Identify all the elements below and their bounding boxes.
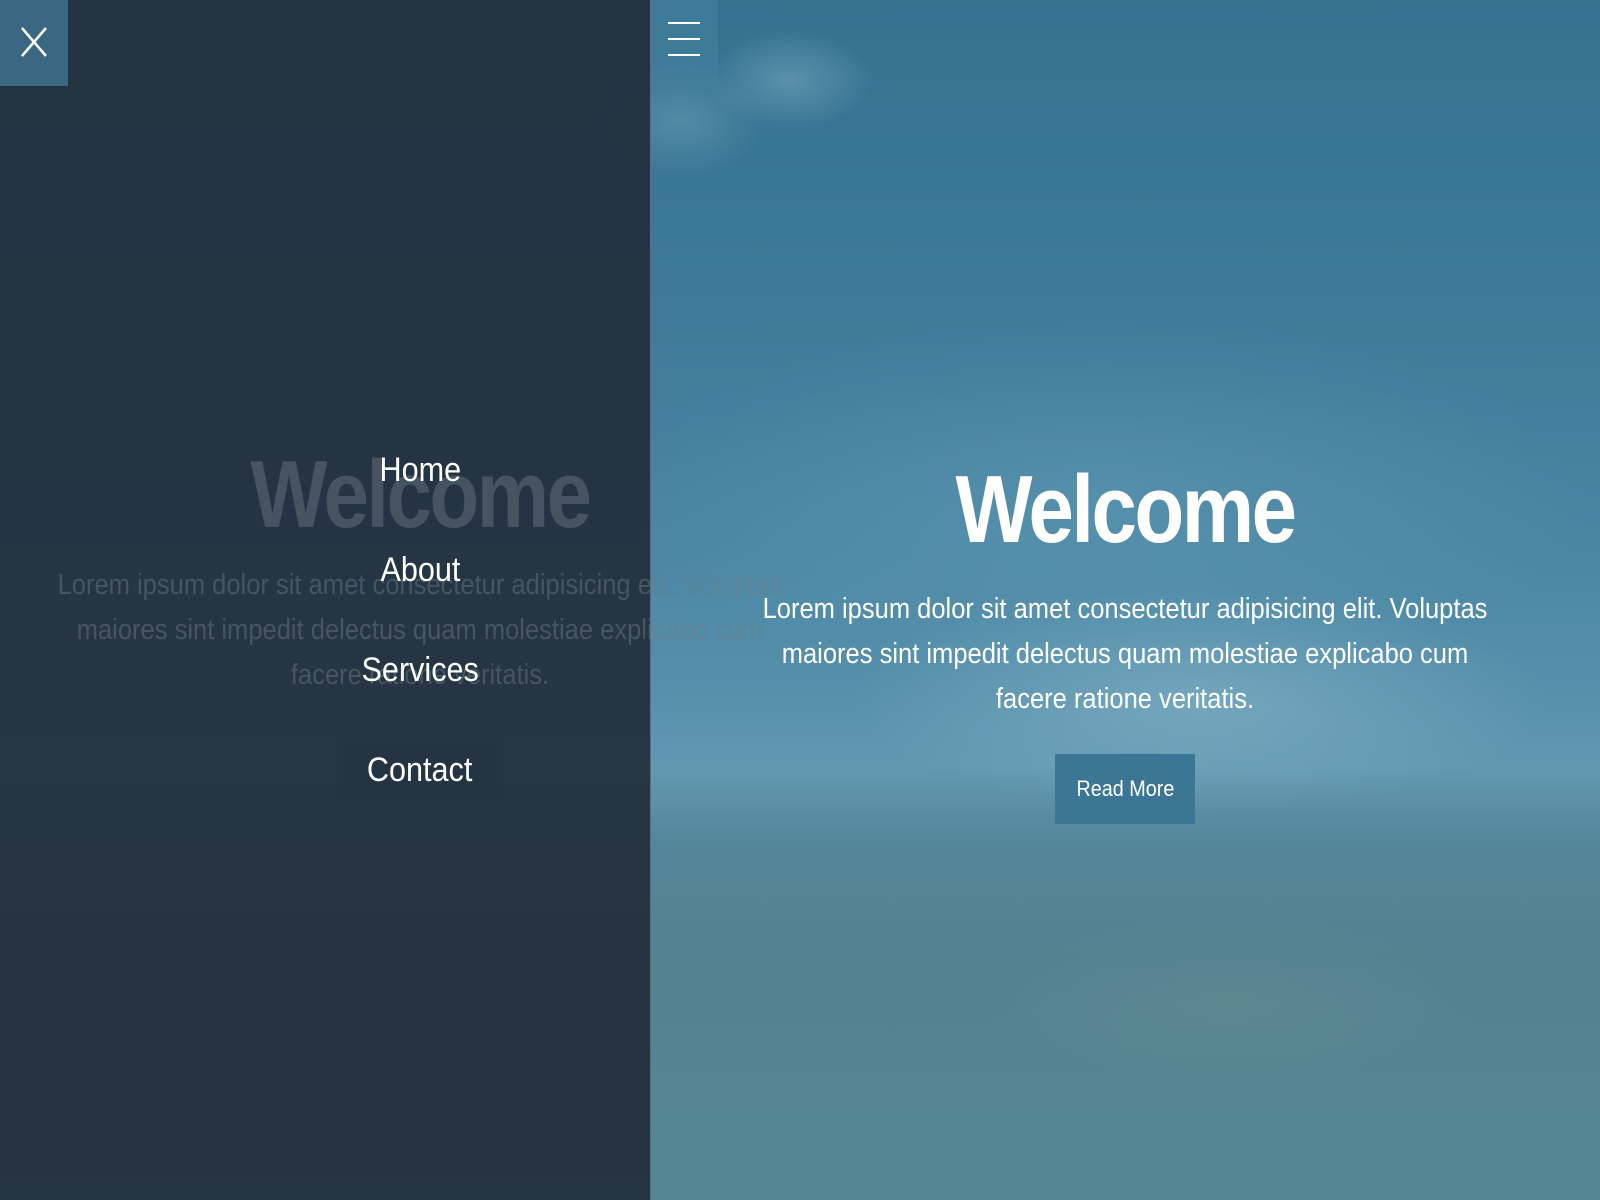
nav-item-services: Services <box>0 620 840 720</box>
nav-label-about: About <box>380 550 460 589</box>
page: Welcome Lorem ipsum dolor sit amet conse… <box>0 0 1600 1200</box>
nav-menu: Home About Services Contact <box>0 420 840 820</box>
read-more-label: Read More <box>1076 776 1174 801</box>
nav-overlay-panel: Welcome Lorem ipsum dolor sit amet conse… <box>0 0 782 1200</box>
close-icon <box>21 27 47 57</box>
nav-link-services[interactable]: Services <box>331 637 509 704</box>
nav-link-home[interactable]: Home <box>351 437 490 504</box>
nav-item-contact: Contact <box>0 720 840 820</box>
nav-link-contact[interactable]: Contact <box>337 736 503 804</box>
read-more-button[interactable]: Read More <box>1055 754 1195 824</box>
nav-item-about: About <box>0 520 840 620</box>
nav-link-about[interactable]: About <box>352 537 489 604</box>
nav-label-home: Home <box>379 450 461 489</box>
nav-item-home: Home <box>0 420 840 520</box>
hero-description: Lorem ipsum dolor sit amet consectetur a… <box>762 593 1488 715</box>
hero-title: Welcome <box>955 456 1297 563</box>
menu-toggle-button[interactable] <box>650 0 718 86</box>
nav-label-services: Services <box>361 650 479 689</box>
nav-label-contact: Contact <box>367 750 473 789</box>
close-menu-button[interactable] <box>0 0 68 86</box>
